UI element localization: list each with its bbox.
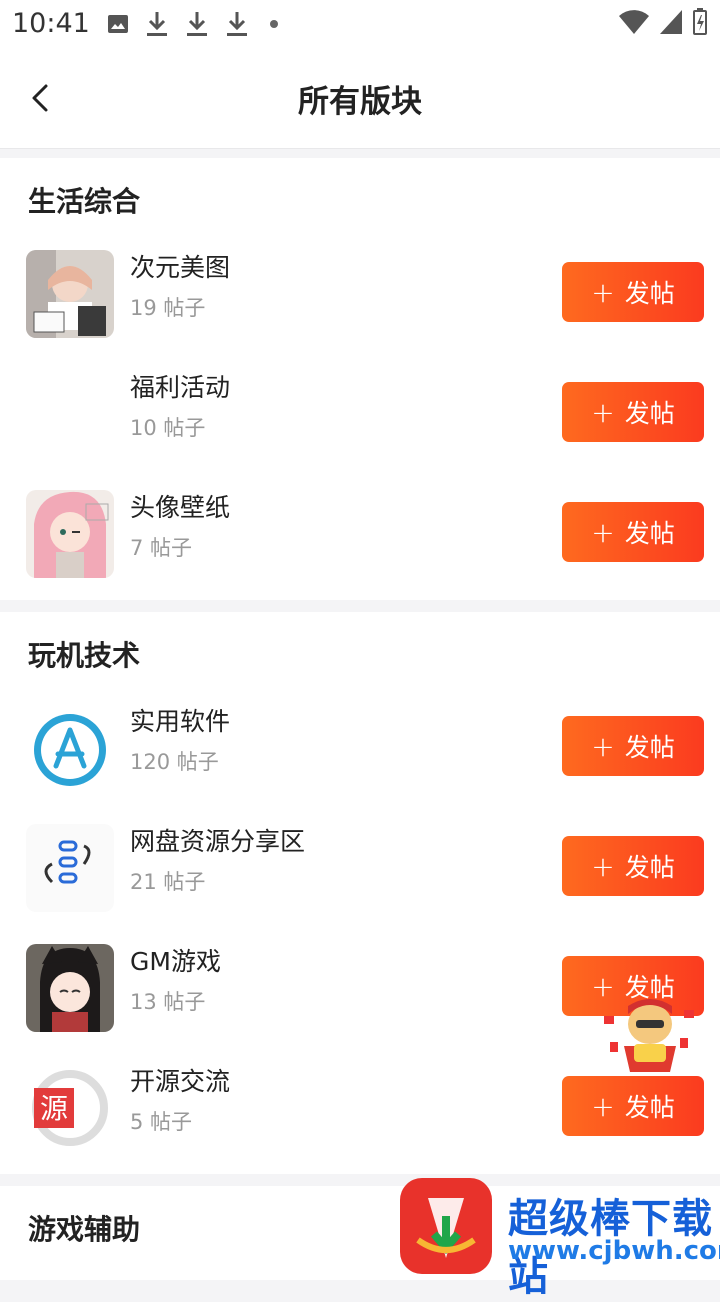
signal-icon <box>660 10 682 34</box>
plus-icon: + <box>591 275 615 309</box>
notification-icons <box>106 10 284 38</box>
forum-name: 头像壁纸 <box>130 493 231 522</box>
status-bar: 10:41 <box>0 0 720 48</box>
forum-row[interactable]: 源 开源交流 5 帖子 + 发帖 <box>0 1064 720 1174</box>
site-logo-icon <box>400 1178 492 1274</box>
forum-name: 实用软件 <box>130 707 231 736</box>
plus-icon: + <box>591 729 615 763</box>
plus-icon: + <box>591 395 615 429</box>
top-bar: 所有版块 <box>0 48 720 149</box>
forum-avatar <box>26 944 114 1032</box>
forum-name: GM游戏 <box>130 947 221 976</box>
dot-icon <box>270 20 278 28</box>
post-label: 发帖 <box>624 519 675 548</box>
section-title: 玩机技术 <box>28 639 141 672</box>
section-title: 生活综合 <box>28 185 141 218</box>
post-count: 19 帖子 <box>130 296 206 320</box>
forum-row[interactable]: 实用软件 120 帖子 + 发帖 <box>0 704 720 814</box>
download-icon <box>227 12 247 36</box>
forum-name: 福利活动 <box>130 373 231 402</box>
post-label: 发帖 <box>624 853 675 882</box>
forum-row[interactable]: 头像壁纸 7 帖子 + 发帖 <box>0 490 720 600</box>
plus-icon: + <box>591 849 615 883</box>
post-count: 120 帖子 <box>130 750 219 774</box>
wifi-icon <box>619 10 649 35</box>
forum-row[interactable]: 福利活动 10 帖子 + 发帖 <box>0 370 720 480</box>
lucky-draw-mascot[interactable] <box>600 994 700 1076</box>
post-button[interactable]: + 发帖 <box>562 1076 704 1136</box>
watermark-url: www.cjbwh.com <box>508 1236 720 1266</box>
post-button[interactable]: + 发帖 <box>562 382 704 442</box>
svg-text:源: 源 <box>40 1092 68 1125</box>
post-label: 发帖 <box>624 733 675 762</box>
post-count: 10 帖子 <box>130 416 206 440</box>
cloud-share-icon <box>26 824 114 912</box>
post-button[interactable]: + 发帖 <box>562 262 704 322</box>
post-label: 发帖 <box>624 279 675 308</box>
forum-name: 次元美图 <box>130 253 231 282</box>
plus-icon: + <box>591 515 615 549</box>
post-count: 21 帖子 <box>130 870 206 894</box>
page-title: 所有版块 <box>298 84 422 120</box>
post-button[interactable]: + 发帖 <box>562 716 704 776</box>
post-count: 13 帖子 <box>130 990 206 1014</box>
image-icon <box>108 15 128 33</box>
post-count: 7 帖子 <box>130 536 193 560</box>
app-store-icon <box>26 704 114 792</box>
battery-icon <box>693 8 707 35</box>
section-tech: 玩机技术 实用软件 120 帖子 + 发帖 网盘资源分享区 21 帖子 + 发帖 G… <box>0 612 720 1174</box>
download-icon <box>187 12 207 36</box>
forum-avatar <box>26 490 114 578</box>
forum-name: 网盘资源分享区 <box>130 827 306 856</box>
section-title: 游戏辅助 <box>28 1213 141 1246</box>
section-life: 生活综合 次元美图 19 帖子 + 发帖 福利活动 10 帖子 + 发帖 头像壁纸 … <box>0 158 720 600</box>
post-label: 发帖 <box>624 399 675 428</box>
forum-name: 开源交流 <box>130 1067 231 1096</box>
post-button[interactable]: + 发帖 <box>562 836 704 896</box>
forum-avatar <box>26 250 114 338</box>
plus-icon: + <box>591 1089 615 1123</box>
post-label: 发帖 <box>624 1093 675 1122</box>
status-time: 10:41 <box>12 8 90 39</box>
forum-row[interactable]: 网盘资源分享区 21 帖子 + 发帖 <box>0 824 720 934</box>
post-count: 5 帖子 <box>130 1110 193 1134</box>
open-source-icon: 源 <box>26 1064 114 1152</box>
download-icon <box>147 12 167 36</box>
post-button[interactable]: + 发帖 <box>562 502 704 562</box>
forum-row[interactable]: 次元美图 19 帖子 + 发帖 <box>0 250 720 360</box>
system-icons <box>618 8 708 36</box>
